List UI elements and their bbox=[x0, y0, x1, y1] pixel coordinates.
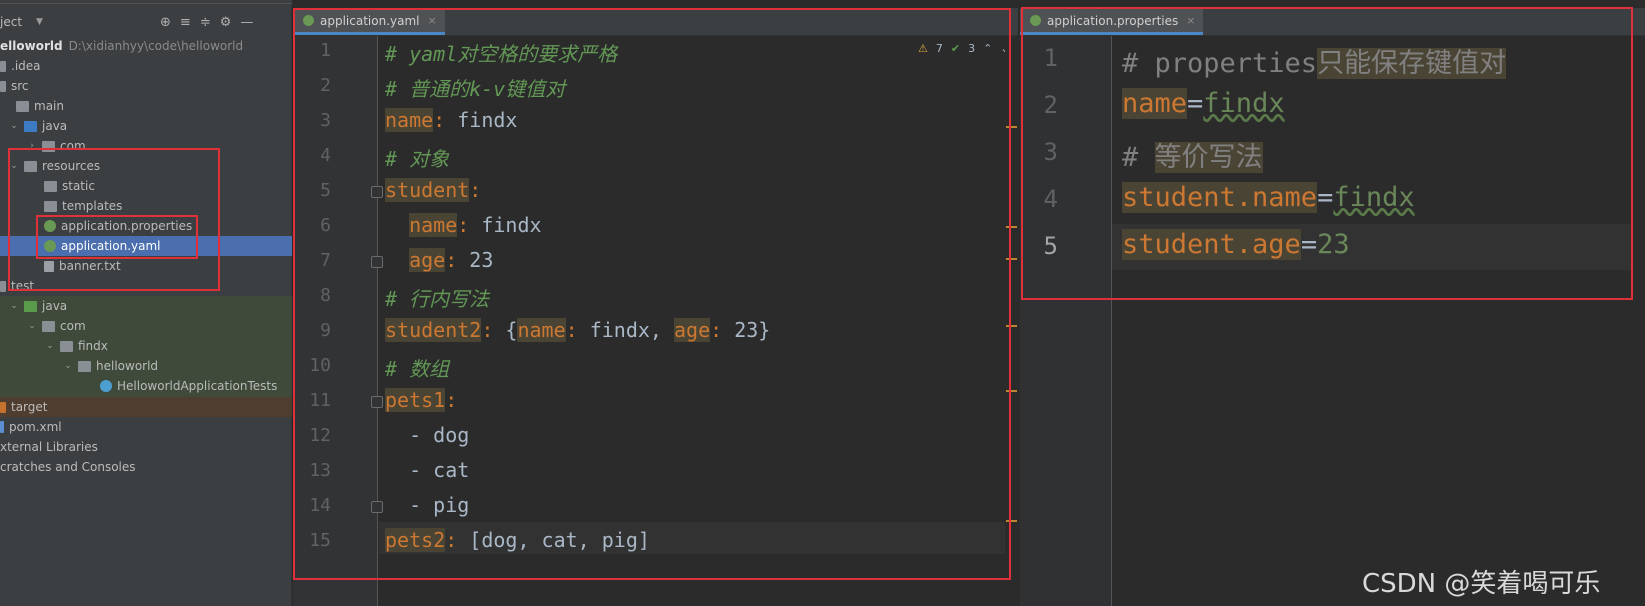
tree-item-tests-class[interactable]: HelloworldApplicationTests bbox=[0, 376, 292, 396]
folder-icon bbox=[16, 100, 29, 112]
tree-path: D:\xidianhyy\code\helloworld bbox=[68, 39, 244, 53]
package-icon bbox=[42, 320, 55, 332]
tree-item-pom[interactable]: pom.xml bbox=[0, 417, 292, 437]
project-tools: ⊕ ≡ ≑ ⚙ — bbox=[160, 15, 253, 30]
tree-label: cratches and Consoles bbox=[0, 460, 136, 474]
chevron-down-icon[interactable]: ⌄ bbox=[8, 121, 20, 131]
tree-item-root[interactable]: elloworld D:\xidianhyy\code\helloworld bbox=[0, 36, 292, 56]
tree-item-java[interactable]: ⌄ java bbox=[0, 116, 292, 136]
folder-icon bbox=[0, 280, 6, 292]
tree-item-target[interactable]: target bbox=[0, 397, 292, 417]
package-icon bbox=[60, 340, 73, 352]
tree-item-scratches[interactable]: cratches and Consoles bbox=[0, 457, 292, 477]
test-class-icon bbox=[100, 380, 112, 392]
tree-label: xternal Libraries bbox=[0, 440, 98, 454]
tree-item-findx[interactable]: ⌄ findx bbox=[0, 336, 292, 356]
tree-label: target bbox=[11, 400, 48, 414]
chevron-down-icon[interactable]: ▼ bbox=[36, 17, 43, 27]
maven-icon bbox=[0, 421, 4, 433]
watermark-text: CSDN @笑着喝可乐 bbox=[1362, 569, 1601, 599]
source-folder-icon bbox=[24, 120, 37, 132]
tree-label: .idea bbox=[11, 59, 41, 73]
tree-label: pom.xml bbox=[9, 420, 62, 434]
tree-label: HelloworldApplicationTests bbox=[117, 379, 278, 393]
folder-icon bbox=[0, 80, 6, 92]
chevron-down-icon[interactable]: ⌄ bbox=[44, 341, 56, 351]
tree-label: com bbox=[60, 319, 86, 333]
tree-item-external-libraries[interactable]: xternal Libraries bbox=[0, 437, 292, 457]
tree-label: main bbox=[34, 99, 64, 113]
tree-label: java bbox=[42, 299, 68, 313]
tree-item-main[interactable]: main bbox=[0, 96, 292, 116]
tree-label: findx bbox=[78, 339, 108, 353]
package-icon bbox=[78, 360, 91, 372]
breadcrumb-strip bbox=[0, 0, 292, 4]
tree-item-test-java[interactable]: ⌄ java bbox=[0, 296, 292, 316]
expand-all-icon[interactable]: ≡ bbox=[180, 15, 191, 30]
project-title[interactable]: ject bbox=[0, 15, 22, 29]
annotation-box-yaml-editor bbox=[293, 8, 1011, 580]
project-tool-window: ject ▼ ⊕ ≡ ≑ ⚙ — elloworld D:\xidianhyy\… bbox=[0, 0, 292, 606]
project-toolbar: ject ▼ ⊕ ≡ ≑ ⚙ — bbox=[0, 10, 292, 34]
tree-label: helloworld bbox=[96, 359, 159, 373]
excluded-folder-icon bbox=[0, 401, 6, 413]
tree-item-test-com[interactable]: ⌄ com bbox=[0, 316, 292, 336]
annotation-box-properties-editor bbox=[1021, 7, 1633, 300]
locate-icon[interactable]: ⊕ bbox=[160, 15, 171, 30]
collapse-all-icon[interactable]: ≑ bbox=[200, 15, 211, 30]
folder-icon bbox=[0, 60, 6, 72]
minimize-icon[interactable]: — bbox=[240, 15, 253, 30]
tree-label: elloworld bbox=[0, 39, 63, 53]
tree-item-idea[interactable]: .idea bbox=[0, 56, 292, 76]
tree-label: java bbox=[42, 119, 68, 133]
test-folder-icon bbox=[24, 300, 37, 312]
chevron-down-icon[interactable]: ⌄ bbox=[8, 301, 20, 311]
tree-item-src[interactable]: src bbox=[0, 76, 292, 96]
tree-label: src bbox=[11, 79, 29, 93]
chevron-down-icon[interactable]: ⌄ bbox=[62, 361, 74, 371]
tree-item-helloworld-pkg[interactable]: ⌄ helloworld bbox=[0, 356, 292, 376]
chevron-down-icon[interactable]: ⌄ bbox=[26, 321, 38, 331]
annotation-box-config-files bbox=[36, 215, 198, 259]
gear-icon[interactable]: ⚙ bbox=[220, 15, 232, 30]
